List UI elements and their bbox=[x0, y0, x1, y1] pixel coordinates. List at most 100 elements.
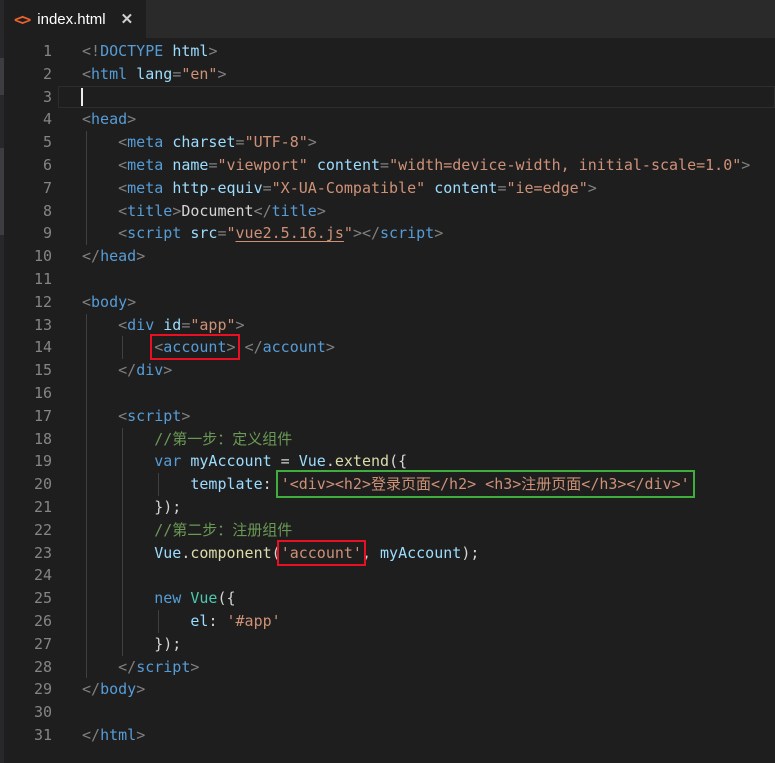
code-token: > bbox=[326, 338, 335, 356]
line-number[interactable]: 11 bbox=[0, 268, 52, 291]
line-number[interactable]: 2 bbox=[0, 63, 52, 86]
line-number[interactable]: 16 bbox=[0, 382, 52, 405]
code-line-11[interactable]: 11 bbox=[0, 268, 775, 291]
code-token: }); bbox=[82, 498, 181, 516]
line-number[interactable]: 15 bbox=[0, 359, 52, 382]
code-line-25[interactable]: 25 new Vue({ bbox=[0, 587, 775, 610]
code-line-20[interactable]: 20 template: '<div><h2>登录页面</h2> <h3>注册页… bbox=[0, 473, 775, 496]
code-line-12[interactable]: 12<body> bbox=[0, 291, 775, 314]
code-token: </ bbox=[82, 726, 100, 744]
line-number[interactable]: 27 bbox=[0, 633, 52, 656]
code-line-19[interactable]: 19 var myAccount = Vue.extend({ bbox=[0, 450, 775, 473]
code-token bbox=[82, 452, 154, 470]
code-token: template bbox=[190, 475, 262, 493]
code-token: script bbox=[127, 407, 181, 425]
code-line-2[interactable]: 2<html lang="en"> bbox=[0, 63, 775, 86]
code-line-13[interactable]: 13 <div id="app"> bbox=[0, 314, 775, 337]
code-token: , bbox=[362, 544, 380, 562]
code-token: > bbox=[317, 202, 326, 220]
code-line-9[interactable]: 9 <script src="vue2.5.16.js"></script> bbox=[0, 222, 775, 245]
code-line-29[interactable]: 29</body> bbox=[0, 678, 775, 701]
code-token: meta bbox=[127, 133, 163, 151]
code-text: Vue.component('account', myAccount); bbox=[82, 542, 479, 565]
line-number[interactable]: 28 bbox=[0, 656, 52, 679]
tab-close-icon[interactable]: ✕ bbox=[121, 10, 134, 28]
code-line-7[interactable]: 7 <meta http-equiv="X-UA-Compatible" con… bbox=[0, 177, 775, 200]
line-number[interactable]: 19 bbox=[0, 450, 52, 473]
code-token bbox=[82, 544, 154, 562]
code-token: div bbox=[127, 316, 154, 334]
line-number[interactable]: 13 bbox=[0, 314, 52, 337]
line-number[interactable]: 31 bbox=[0, 724, 52, 747]
code-line-6[interactable]: 6 <meta name="viewport" content="width=d… bbox=[0, 154, 775, 177]
code-token: DOCTYPE bbox=[100, 42, 163, 60]
line-number[interactable]: 21 bbox=[0, 496, 52, 519]
code-line-26[interactable]: 26 el: '#app' bbox=[0, 610, 775, 633]
line-number[interactable]: 25 bbox=[0, 587, 52, 610]
line-number[interactable]: 30 bbox=[0, 701, 52, 724]
line-number[interactable]: 5 bbox=[0, 131, 52, 154]
code-line-17[interactable]: 17 <script> bbox=[0, 405, 775, 428]
line-number[interactable]: 10 bbox=[0, 245, 52, 268]
code-line-30[interactable]: 30 bbox=[0, 701, 775, 724]
code-token: < bbox=[118, 407, 127, 425]
html-file-icon: <> bbox=[14, 10, 29, 29]
code-text: <script src="vue2.5.16.js"></script> bbox=[82, 222, 443, 245]
code-token: > bbox=[127, 293, 136, 311]
code-token: html bbox=[172, 42, 208, 60]
line-number[interactable]: 7 bbox=[0, 177, 52, 200]
code-token: < bbox=[118, 202, 127, 220]
code-token: Vue bbox=[154, 544, 181, 562]
code-line-24[interactable]: 24 bbox=[0, 564, 775, 587]
line-number[interactable]: 26 bbox=[0, 610, 52, 633]
line-number[interactable]: 20 bbox=[0, 473, 52, 496]
line-number[interactable]: 4 bbox=[0, 108, 52, 131]
line-number[interactable]: 12 bbox=[0, 291, 52, 314]
code-line-14[interactable]: 14 <account> </account> bbox=[0, 336, 775, 359]
code-line-4[interactable]: 4<head> bbox=[0, 108, 775, 131]
line-number[interactable]: 1 bbox=[0, 40, 52, 63]
line-number[interactable]: 23 bbox=[0, 542, 52, 565]
code-token bbox=[163, 133, 172, 151]
code-text: }); bbox=[82, 496, 181, 519]
code-line-16[interactable]: 16 bbox=[0, 382, 775, 405]
code-editor[interactable]: 1<!DOCTYPE html>2<html lang="en">34<head… bbox=[0, 38, 775, 747]
line-number[interactable]: 17 bbox=[0, 405, 52, 428]
line-number[interactable]: 3 bbox=[0, 86, 52, 109]
code-line-27[interactable]: 27 }); bbox=[0, 633, 775, 656]
code-line-8[interactable]: 8 <title>Document</title> bbox=[0, 200, 775, 223]
code-token bbox=[82, 475, 190, 493]
code-token: ({ bbox=[389, 452, 407, 470]
code-line-23[interactable]: 23 Vue.component('account', myAccount); bbox=[0, 542, 775, 565]
code-line-3[interactable]: 3 bbox=[0, 86, 775, 109]
line-number[interactable]: 22 bbox=[0, 519, 52, 542]
line-number[interactable]: 18 bbox=[0, 428, 52, 451]
line-number[interactable]: 6 bbox=[0, 154, 52, 177]
code-line-10[interactable]: 10</head> bbox=[0, 245, 775, 268]
code-token: > bbox=[236, 316, 245, 334]
code-token: title bbox=[127, 202, 172, 220]
annotation-red-box: 'account' bbox=[281, 544, 362, 562]
line-number[interactable]: 9 bbox=[0, 222, 52, 245]
code-token: = bbox=[236, 133, 245, 151]
code-token: myAccount bbox=[190, 452, 271, 470]
code-token: extend bbox=[335, 452, 389, 470]
line-number[interactable]: 29 bbox=[0, 678, 52, 701]
code-token: > bbox=[227, 338, 236, 356]
line-number[interactable]: 14 bbox=[0, 336, 52, 359]
code-line-15[interactable]: 15 </div> bbox=[0, 359, 775, 382]
code-line-31[interactable]: 31</html> bbox=[0, 724, 775, 747]
code-line-28[interactable]: 28 </script> bbox=[0, 656, 775, 679]
code-line-18[interactable]: 18 //第一步：定义组件 bbox=[0, 428, 775, 451]
code-line-5[interactable]: 5 <meta charset="UTF-8"> bbox=[0, 131, 775, 154]
code-token: }); bbox=[82, 635, 181, 653]
code-token bbox=[127, 65, 136, 83]
code-line-21[interactable]: 21 }); bbox=[0, 496, 775, 519]
line-number[interactable]: 8 bbox=[0, 200, 52, 223]
code-token: html bbox=[91, 65, 127, 83]
tab-index-html[interactable]: <> index.html ✕ bbox=[0, 0, 146, 38]
code-line-22[interactable]: 22 //第二步：注册组件 bbox=[0, 519, 775, 542]
code-token: > bbox=[588, 179, 597, 197]
code-line-1[interactable]: 1<!DOCTYPE html> bbox=[0, 40, 775, 63]
line-number[interactable]: 24 bbox=[0, 564, 52, 587]
